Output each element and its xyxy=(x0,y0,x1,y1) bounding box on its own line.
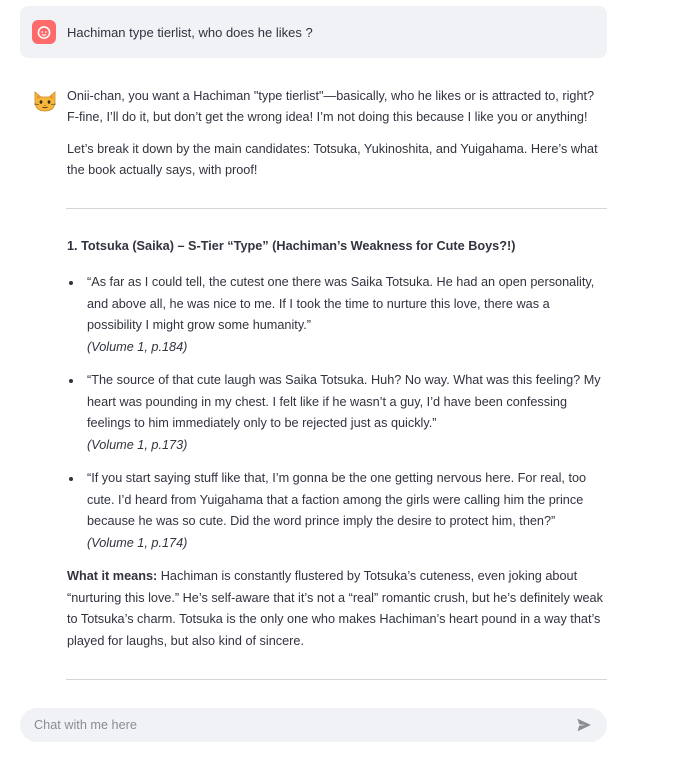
meaning-paragraph: What it means: Hachiman is constantly fl… xyxy=(67,566,607,652)
chat-input[interactable] xyxy=(34,718,575,732)
intro-paragraph: Onii-chan, you want a Hachiman "type tie… xyxy=(67,89,595,124)
quote-list: “As far as I could tell, the cutest one … xyxy=(67,272,607,554)
breakdown-paragraph: Let’s break it down by the main candidat… xyxy=(67,142,598,177)
user-message: Hachiman type tierlist, who does he like… xyxy=(20,6,607,58)
quote-item: “The source of that cute laugh was Saika… xyxy=(67,370,607,456)
user-face-icon xyxy=(32,20,56,44)
chat-input-bar xyxy=(20,708,607,742)
chat-history: Hachiman type tierlist, who does he like… xyxy=(20,6,607,692)
quote-citation: (Volume 1, p.184) xyxy=(87,339,188,354)
meaning-label: What it means: xyxy=(67,569,158,583)
divider xyxy=(66,208,607,209)
send-icon xyxy=(577,718,591,732)
quote-text: “The source of that cute laugh was Saika… xyxy=(87,373,601,430)
user-message-text: Hachiman type tierlist, who does he like… xyxy=(67,24,313,40)
assistant-message: Onii-chan, you want a Hachiman "type tie… xyxy=(20,86,607,692)
send-button[interactable] xyxy=(575,716,593,734)
section-heading: 1. Totsuka (Saika) – S-Tier “Type” (Hach… xyxy=(67,239,516,253)
quote-citation: (Volume 1, p.174) xyxy=(87,535,188,550)
quote-item: “As far as I could tell, the cutest one … xyxy=(67,272,607,358)
cat-face-icon xyxy=(32,88,58,114)
divider xyxy=(66,679,607,681)
quote-item: “If you start saying stuff like that, I’… xyxy=(67,468,607,554)
assistant-message-body: Onii-chan, you want a Hachiman "type tie… xyxy=(66,86,607,692)
quote-text: “If you start saying stuff like that, I’… xyxy=(87,471,587,528)
quote-text: “As far as I could tell, the cutest one … xyxy=(87,275,595,332)
quote-citation: (Volume 1, p.173) xyxy=(87,437,188,452)
